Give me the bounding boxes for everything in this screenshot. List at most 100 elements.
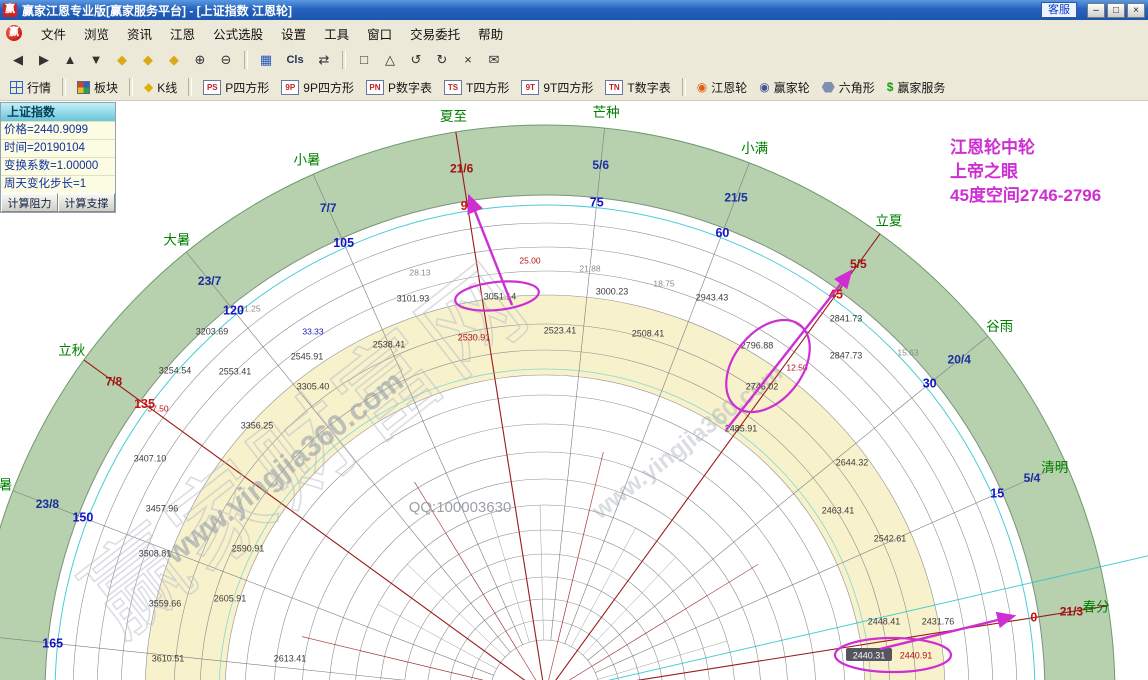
svg-text:135: 135 — [134, 397, 155, 411]
menu-window[interactable]: 窗口 — [358, 21, 401, 46]
menu-bar: 赢 文件浏览资讯江恩公式选股设置工具窗口交易委托帮助 — [0, 20, 1148, 47]
menu-formula-stock-picker[interactable]: 公式选股 — [204, 21, 272, 46]
svg-text:2448.41: 2448.41 — [868, 617, 901, 627]
chart-button[interactable]: ▦ — [254, 48, 278, 72]
diamond-1-button[interactable]: ◆ — [110, 48, 134, 72]
svg-text:2542.61: 2542.61 — [874, 534, 907, 544]
tool-9t-square[interactable]: 9T9T四方形 — [515, 76, 599, 98]
svg-text:7/8: 7/8 — [105, 375, 122, 389]
back-button[interactable]: ◀ — [6, 48, 30, 72]
svg-text:7/7: 7/7 — [320, 201, 337, 215]
svg-text:105: 105 — [333, 236, 354, 250]
message-button[interactable]: ✉ — [482, 48, 506, 72]
svg-text:15.63: 15.63 — [897, 348, 919, 358]
diamond-2-button[interactable]: ◆ — [136, 48, 160, 72]
menu-news[interactable]: 资讯 — [118, 21, 161, 46]
tool-p-square[interactable]: PSP四方形 — [197, 76, 275, 98]
menu-gann[interactable]: 江恩 — [161, 21, 204, 46]
gann-wheel-svg: 赢家财富网www.yingjia360.comwww.yingjia360.co… — [0, 0, 1148, 680]
svg-text:清明: 清明 — [1041, 460, 1068, 475]
up-button[interactable]: ▲ — [58, 48, 82, 72]
close-button[interactable]: × — [1127, 3, 1145, 18]
tool-winner-wheel[interactable]: ◉ 赢家轮 — [753, 76, 816, 98]
kline-label: K线 — [157, 79, 177, 96]
svg-text:21/3: 21/3 — [1060, 605, 1084, 619]
svg-text:3508.81: 3508.81 — [139, 549, 172, 559]
svg-text:2590.91: 2590.91 — [232, 544, 265, 554]
menu-browse[interactable]: 浏览 — [75, 21, 118, 46]
delete-button[interactable]: × — [456, 48, 480, 72]
quotes-icon — [10, 81, 23, 94]
svg-text:3203.69: 3203.69 — [196, 327, 229, 337]
tool-winner-service[interactable]: $赢家服务 — [881, 76, 952, 98]
support-button[interactable]: 客服 — [1041, 2, 1077, 18]
winner-wheel-icon: ◉ — [759, 80, 769, 94]
rotate-left-button[interactable]: ↺ — [404, 48, 428, 72]
tool-gann-wheel[interactable]: ◉江恩轮 — [691, 76, 754, 98]
svg-text:3610.51: 3610.51 — [152, 654, 185, 664]
t-square-label: T四方形 — [466, 79, 509, 96]
swap-button[interactable]: ⇄ — [312, 48, 336, 72]
menu-settings[interactable]: 设置 — [272, 21, 315, 46]
forward-button[interactable]: ▶ — [32, 48, 56, 72]
zoom-out-button[interactable]: ⊖ — [214, 48, 238, 72]
svg-text:21.88: 21.88 — [579, 264, 601, 274]
menu-items: 文件浏览资讯江恩公式选股设置工具窗口交易委托帮助 — [32, 21, 512, 46]
toolbar-separator — [188, 78, 192, 96]
annotation-line-3: 45度空间2746-2796 — [950, 184, 1101, 208]
menu-help[interactable]: 帮助 — [469, 21, 512, 46]
cls-button[interactable]: Cls — [280, 48, 310, 72]
step-row: 周天变化步长=1 — [1, 175, 115, 193]
svg-text:2644.32: 2644.32 — [836, 458, 869, 468]
tool-quotes[interactable]: 行情 — [4, 76, 57, 98]
svg-text:0: 0 — [1030, 611, 1037, 625]
toolbar2-items: 行情板块◆K线PSP四方形9P9P四方形PNP数字表TST四方形9T9T四方形T… — [4, 76, 951, 98]
menu-tools[interactable]: 工具 — [315, 21, 358, 46]
svg-text:2440.91: 2440.91 — [900, 651, 933, 661]
svg-text:150: 150 — [72, 511, 93, 525]
svg-text:5/5: 5/5 — [850, 257, 867, 271]
hexagon-label: 六角形 — [839, 79, 875, 96]
t-table-icon: TN — [605, 80, 623, 95]
svg-text:28.13: 28.13 — [409, 268, 431, 278]
menu-logo-icon: 赢 — [6, 25, 22, 41]
tool-p-table[interactable]: PNP数字表 — [360, 76, 438, 98]
calc-resistance-button[interactable]: 计算阻力 — [1, 193, 58, 212]
svg-text:立夏: 立夏 — [875, 214, 903, 229]
tool-t-square[interactable]: TST四方形 — [438, 76, 515, 98]
svg-text:15: 15 — [990, 487, 1004, 501]
svg-text:3407.10: 3407.10 — [134, 454, 167, 464]
minimize-button[interactable]: – — [1087, 3, 1105, 18]
annotation-line-2: 上帝之眼 — [950, 160, 1101, 184]
calc-support-button[interactable]: 计算支撑 — [58, 193, 115, 212]
rect-tool-button[interactable]: □ — [352, 48, 376, 72]
tool-9p-square[interactable]: 9P9P四方形 — [275, 76, 360, 98]
tool-t-table[interactable]: TNT数字表 — [599, 76, 676, 98]
svg-text:2463.41: 2463.41 — [822, 506, 855, 516]
svg-text:立秋: 立秋 — [58, 343, 85, 358]
triangle-tool-button[interactable]: △ — [378, 48, 402, 72]
p-table-icon: PN — [366, 80, 384, 95]
svg-text:QQ:100003630: QQ:100003630 — [409, 499, 512, 516]
9p-square-icon: 9P — [281, 80, 299, 95]
svg-text:芒种: 芒种 — [593, 105, 620, 120]
zoom-in-button[interactable]: ⊕ — [188, 48, 212, 72]
tool-sectors[interactable]: 板块 — [71, 76, 124, 98]
gann-wheel-chart[interactable]: 赢家财富网www.yingjia360.comwww.yingjia360.co… — [0, 0, 1148, 680]
svg-text:3305.40: 3305.40 — [297, 382, 330, 392]
menu-file[interactable]: 文件 — [32, 21, 75, 46]
diamond-3-button[interactable]: ◆ — [162, 48, 186, 72]
menu-trade-order[interactable]: 交易委托 — [401, 21, 469, 46]
svg-text:2538.41: 2538.41 — [373, 340, 406, 350]
tool-kline[interactable]: ◆K线 — [138, 76, 183, 98]
tool-hexagon[interactable]: 六角形 — [816, 76, 881, 98]
svg-text:30: 30 — [923, 376, 937, 390]
winner-wheel-label: 赢家轮 — [774, 79, 810, 96]
down-button[interactable]: ▼ — [84, 48, 108, 72]
panel-buttons: 计算阻力 计算支撑 — [1, 193, 115, 212]
svg-text:5/4: 5/4 — [1024, 471, 1041, 485]
window-title: 赢家江恩专业版[赢家服务平台] - [上证指数 江恩轮] — [22, 2, 1041, 19]
rotate-right-button[interactable]: ↻ — [430, 48, 454, 72]
maximize-button[interactable]: □ — [1107, 3, 1125, 18]
svg-text:33.33: 33.33 — [302, 327, 324, 337]
